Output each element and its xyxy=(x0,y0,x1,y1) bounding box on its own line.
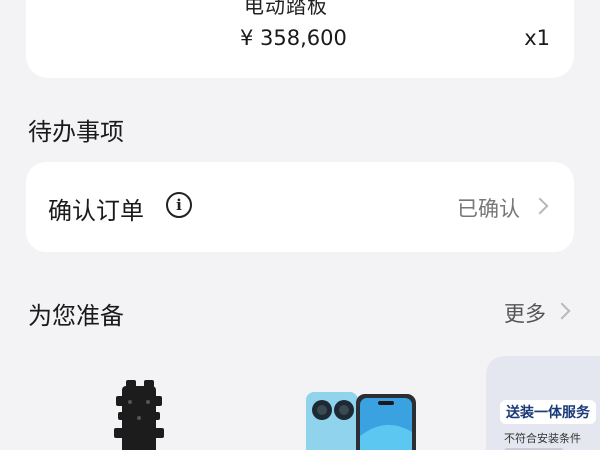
product-card-pedal[interactable] xyxy=(26,356,256,450)
product-card-install-service[interactable]: 送装一体服务 不符合安装条件 xyxy=(486,356,600,450)
product-image-pedal xyxy=(114,380,164,450)
product-image-phone xyxy=(306,392,416,450)
order-status: 已确认 xyxy=(457,197,520,221)
confirm-order-row[interactable]: 确认订单 i 已确认 xyxy=(26,162,574,252)
product-card-phone[interactable] xyxy=(270,356,470,450)
todo-section-title: 待办事项 xyxy=(28,118,124,146)
more-link[interactable]: 更多 xyxy=(504,298,546,328)
order-card[interactable]: 电动踏板 ¥ 358,600 x1 xyxy=(26,0,574,78)
chevron-right-icon[interactable] xyxy=(553,302,571,320)
order-quantity: x1 xyxy=(524,26,550,50)
confirm-order-label: 确认订单 xyxy=(48,197,144,225)
promo-badge: 送装一体服务 xyxy=(500,400,596,424)
order-product-name: 电动踏板 xyxy=(244,0,328,18)
info-icon[interactable]: i xyxy=(166,192,192,218)
promo-subtitle: 不符合安装条件 xyxy=(504,432,581,445)
chevron-right-icon xyxy=(531,197,549,215)
prepared-section-title: 为您准备 xyxy=(28,302,124,330)
order-price: ¥ 358,600 xyxy=(240,26,347,50)
